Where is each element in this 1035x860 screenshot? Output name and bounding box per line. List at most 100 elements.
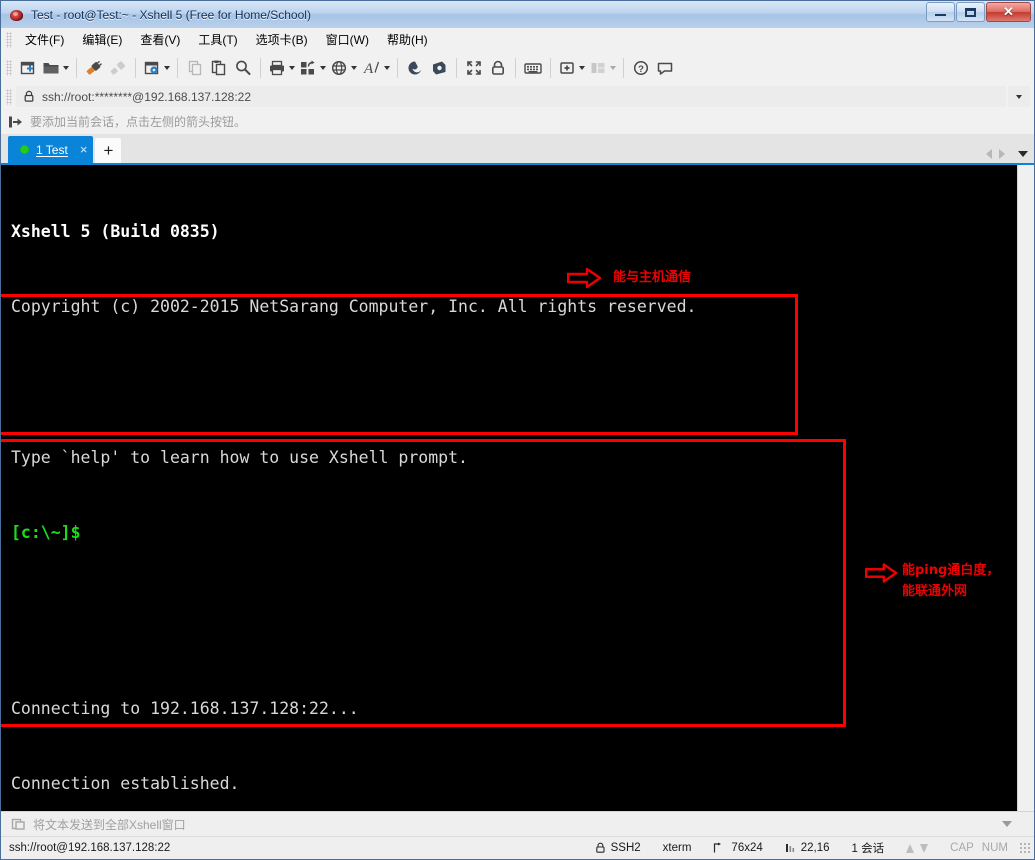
help-button[interactable]: ?: [629, 55, 653, 81]
toolbar-separator: [260, 58, 261, 78]
tab-bar: 1 Test × +: [1, 134, 1034, 163]
session-hint-bar: 要添加当前会话，点击左侧的箭头按钮。: [1, 109, 1034, 134]
script-button[interactable]: [427, 55, 451, 81]
paste-icon: [211, 60, 226, 76]
download-arrow-icon: [920, 843, 929, 853]
file-transfer-button[interactable]: [297, 55, 328, 81]
upload-arrow-icon: [906, 843, 915, 853]
print-button[interactable]: [266, 55, 297, 81]
ssh-tunnel-icon: [408, 61, 422, 75]
find-icon: [236, 60, 251, 75]
layout-caret-icon[interactable]: [610, 66, 616, 70]
toolbar-separator: [623, 58, 624, 78]
disconnect-button[interactable]: [106, 55, 130, 81]
menu-edit[interactable]: 编辑(E): [73, 28, 131, 51]
status-protocol: SSH2: [584, 842, 652, 854]
file-transfer-caret-icon[interactable]: [320, 66, 326, 70]
print-caret-icon[interactable]: [289, 66, 295, 70]
main-toolbar: A ?: [1, 52, 1034, 84]
menu-tools[interactable]: 工具(T): [189, 28, 246, 51]
annotation-note-1: 能与主机通信: [613, 270, 692, 285]
resize-grip[interactable]: [1019, 842, 1031, 854]
maximize-button[interactable]: [956, 2, 985, 22]
menu-window[interactable]: 窗口(W): [317, 28, 378, 51]
open-folder-button[interactable]: [40, 55, 71, 81]
status-cursor-position: 22,16: [774, 842, 841, 854]
new-session-button[interactable]: [16, 55, 40, 81]
minimize-button[interactable]: [926, 2, 955, 22]
menu-view[interactable]: 查看(V): [131, 28, 189, 51]
status-connection: ssh://root@192.168.137.128:22: [9, 842, 171, 854]
session-properties-icon: [144, 61, 159, 75]
prev-tab-icon[interactable]: [986, 149, 992, 159]
send-to-all-icon: [11, 818, 25, 830]
cursor-pos-icon: [785, 844, 794, 852]
add-tab-caret-icon[interactable]: [579, 66, 585, 70]
status-terminal-type: xterm: [662, 842, 692, 854]
copy-button[interactable]: [183, 55, 207, 81]
address-value: ssh://root:********@192.168.137.128:22: [42, 89, 251, 104]
menu-bar: 文件(F) 编辑(E) 查看(V) 工具(T) 选项卡(B) 窗口(W) 帮助(…: [1, 28, 1034, 52]
lock-button[interactable]: [486, 55, 510, 81]
keyboard-button[interactable]: [521, 55, 545, 81]
address-dropdown-button[interactable]: [1008, 86, 1030, 107]
tab-label: 1 Test: [36, 142, 68, 157]
paste-button[interactable]: [207, 55, 231, 81]
send-to-all-bar[interactable]: 将文本发送到全部Xshell窗口: [1, 811, 1034, 836]
menu-tabs[interactable]: 选项卡(B): [247, 28, 317, 51]
status-transfer-arrows: [895, 843, 939, 853]
font-caret-icon[interactable]: [384, 66, 390, 70]
status-sessions: 1 会话: [851, 843, 885, 855]
find-button[interactable]: [231, 55, 255, 81]
new-session-icon: [20, 61, 35, 75]
feedback-button[interactable]: [653, 55, 677, 81]
session-properties-caret-icon[interactable]: [164, 66, 170, 70]
tab-list-icon[interactable]: [1018, 151, 1028, 157]
connect-button[interactable]: [82, 55, 106, 81]
font-button[interactable]: A: [359, 55, 392, 81]
tab-test[interactable]: 1 Test ×: [8, 136, 94, 163]
session-properties-button[interactable]: [141, 55, 172, 81]
address-grip[interactable]: [6, 88, 12, 105]
send-to-all-dropdown-icon[interactable]: [1002, 821, 1012, 827]
status-cap: CAP: [950, 842, 974, 854]
annotation-arrow-1: [567, 268, 601, 288]
toolbar-separator: [550, 58, 551, 78]
add-tab-button[interactable]: [556, 55, 587, 81]
globe-button[interactable]: [328, 55, 359, 81]
new-tab-button[interactable]: +: [95, 138, 122, 163]
globe-icon: [331, 60, 347, 76]
fullscreen-button[interactable]: [462, 55, 486, 81]
toolbar-separator: [397, 58, 398, 78]
toolbar-separator: [135, 58, 136, 78]
terminal-line: [c:\~]$: [11, 523, 81, 543]
print-icon: [270, 60, 284, 76]
menu-grip[interactable]: [6, 31, 12, 48]
session-hint-text: 要添加当前会话，点击左侧的箭头按钮。: [30, 115, 247, 129]
address-input[interactable]: ssh://root:********@192.168.137.128:22: [16, 86, 1006, 107]
menu-file[interactable]: 文件(F): [16, 28, 73, 51]
terminal-output[interactable]: Xshell 5 (Build 0835) Copyright (c) 2002…: [1, 165, 1017, 811]
annotation-box-ping: [1, 439, 846, 727]
scrollbar-thumb[interactable]: [1019, 165, 1033, 811]
svg-text:?: ?: [638, 64, 644, 75]
globe-caret-icon[interactable]: [351, 66, 357, 70]
title-bar: Test - root@Test:~ - Xshell 5 (Free for …: [1, 1, 1034, 28]
next-tab-icon[interactable]: [999, 149, 1005, 159]
toolbar-grip[interactable]: [6, 60, 12, 76]
layout-button[interactable]: [587, 55, 618, 81]
close-button[interactable]: ✕: [986, 2, 1031, 22]
minimize-icon: [935, 14, 946, 16]
tab-close-icon[interactable]: ×: [80, 143, 88, 156]
menu-help[interactable]: 帮助(H): [378, 28, 437, 51]
terminal-scrollbar[interactable]: [1017, 165, 1034, 811]
ssh-tunnel-button[interactable]: [403, 55, 427, 81]
feedback-icon: [657, 62, 673, 75]
arrow-to-bar-icon: [9, 116, 22, 127]
status-size-label: 76x24: [731, 842, 763, 854]
xshell-window: Test - root@Test:~ - Xshell 5 (Free for …: [0, 0, 1035, 860]
open-folder-caret-icon[interactable]: [63, 66, 69, 70]
disconnect-icon: [110, 61, 125, 75]
